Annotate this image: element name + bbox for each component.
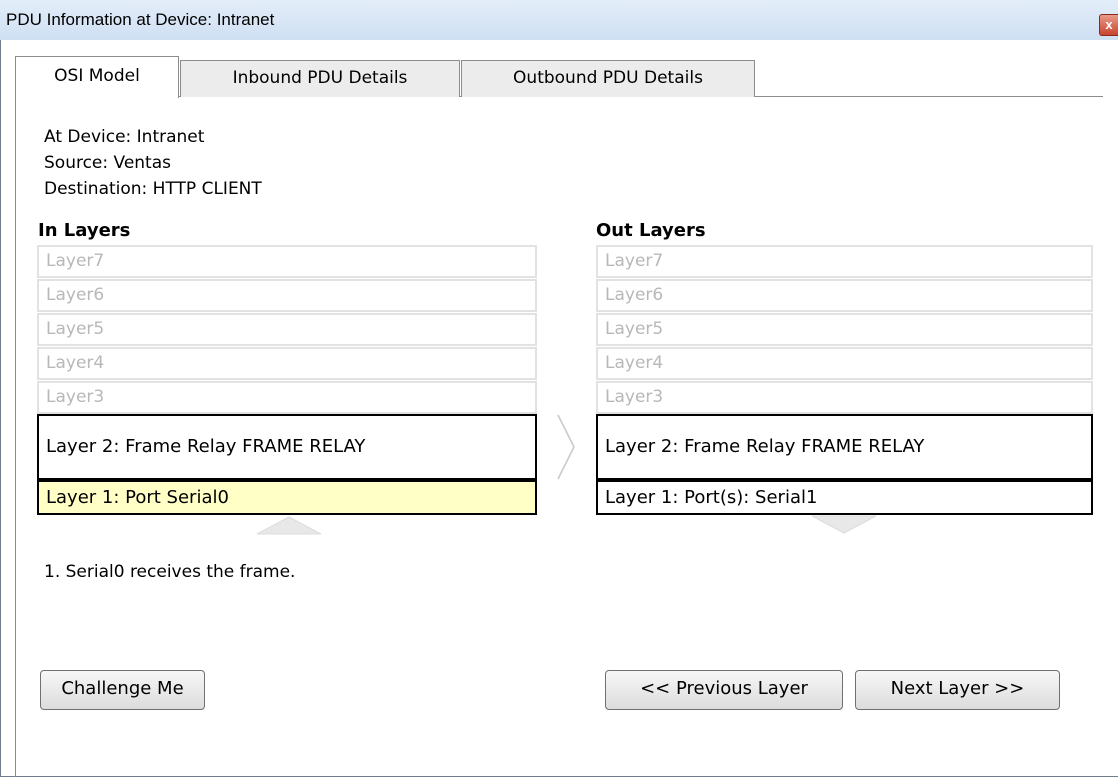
window-title: PDU Information at Device: Intranet <box>6 10 275 29</box>
up-arrow-icon <box>256 516 322 535</box>
out-layer-2[interactable]: Layer 2: Frame Relay FRAME RELAY <box>596 414 1093 480</box>
out-layer-4[interactable]: Layer4 <box>596 347 1093 380</box>
out-layer-6[interactable]: Layer6 <box>596 279 1093 312</box>
next-layer-button[interactable]: Next Layer >> <box>855 670 1060 710</box>
in-layer-1[interactable]: Layer 1: Port Serial0 <box>37 480 537 515</box>
in-layers-heading: In Layers <box>38 220 131 241</box>
out-layers-heading: Out Layers <box>596 220 706 241</box>
close-icon[interactable]: x <box>1099 14 1118 36</box>
in-layer-7[interactable]: Layer7 <box>37 245 537 278</box>
in-layer-4[interactable]: Layer4 <box>37 347 537 380</box>
at-device-label: At Device: Intranet <box>44 127 205 147</box>
step-description: 1. Serial0 receives the frame. <box>44 562 296 582</box>
in-layer-3[interactable]: Layer3 <box>37 381 537 414</box>
in-layer-2[interactable]: Layer 2: Frame Relay FRAME RELAY <box>37 414 537 480</box>
in-layer-6[interactable]: Layer6 <box>37 279 537 312</box>
tab-outbound-pdu-details[interactable]: Outbound PDU Details <box>461 60 755 97</box>
previous-layer-button[interactable]: << Previous Layer <box>605 670 843 710</box>
destination-label: Destination: HTTP CLIENT <box>44 179 262 199</box>
out-layer-7[interactable]: Layer7 <box>596 245 1093 278</box>
out-layer-5[interactable]: Layer5 <box>596 313 1093 346</box>
down-arrow-icon <box>811 515 877 534</box>
challenge-me-button[interactable]: Challenge Me <box>40 670 205 710</box>
title-bar: PDU Information at Device: Intranet x <box>0 0 1118 40</box>
source-label: Source: Ventas <box>44 153 172 173</box>
tab-inbound-pdu-details[interactable]: Inbound PDU Details <box>180 60 460 97</box>
right-chevron-icon <box>557 414 575 480</box>
tab-osi-model[interactable]: OSI Model <box>15 56 179 98</box>
out-layer-1[interactable]: Layer 1: Port(s): Serial1 <box>596 480 1093 515</box>
out-layer-3[interactable]: Layer3 <box>596 381 1093 414</box>
in-layer-5[interactable]: Layer5 <box>37 313 537 346</box>
